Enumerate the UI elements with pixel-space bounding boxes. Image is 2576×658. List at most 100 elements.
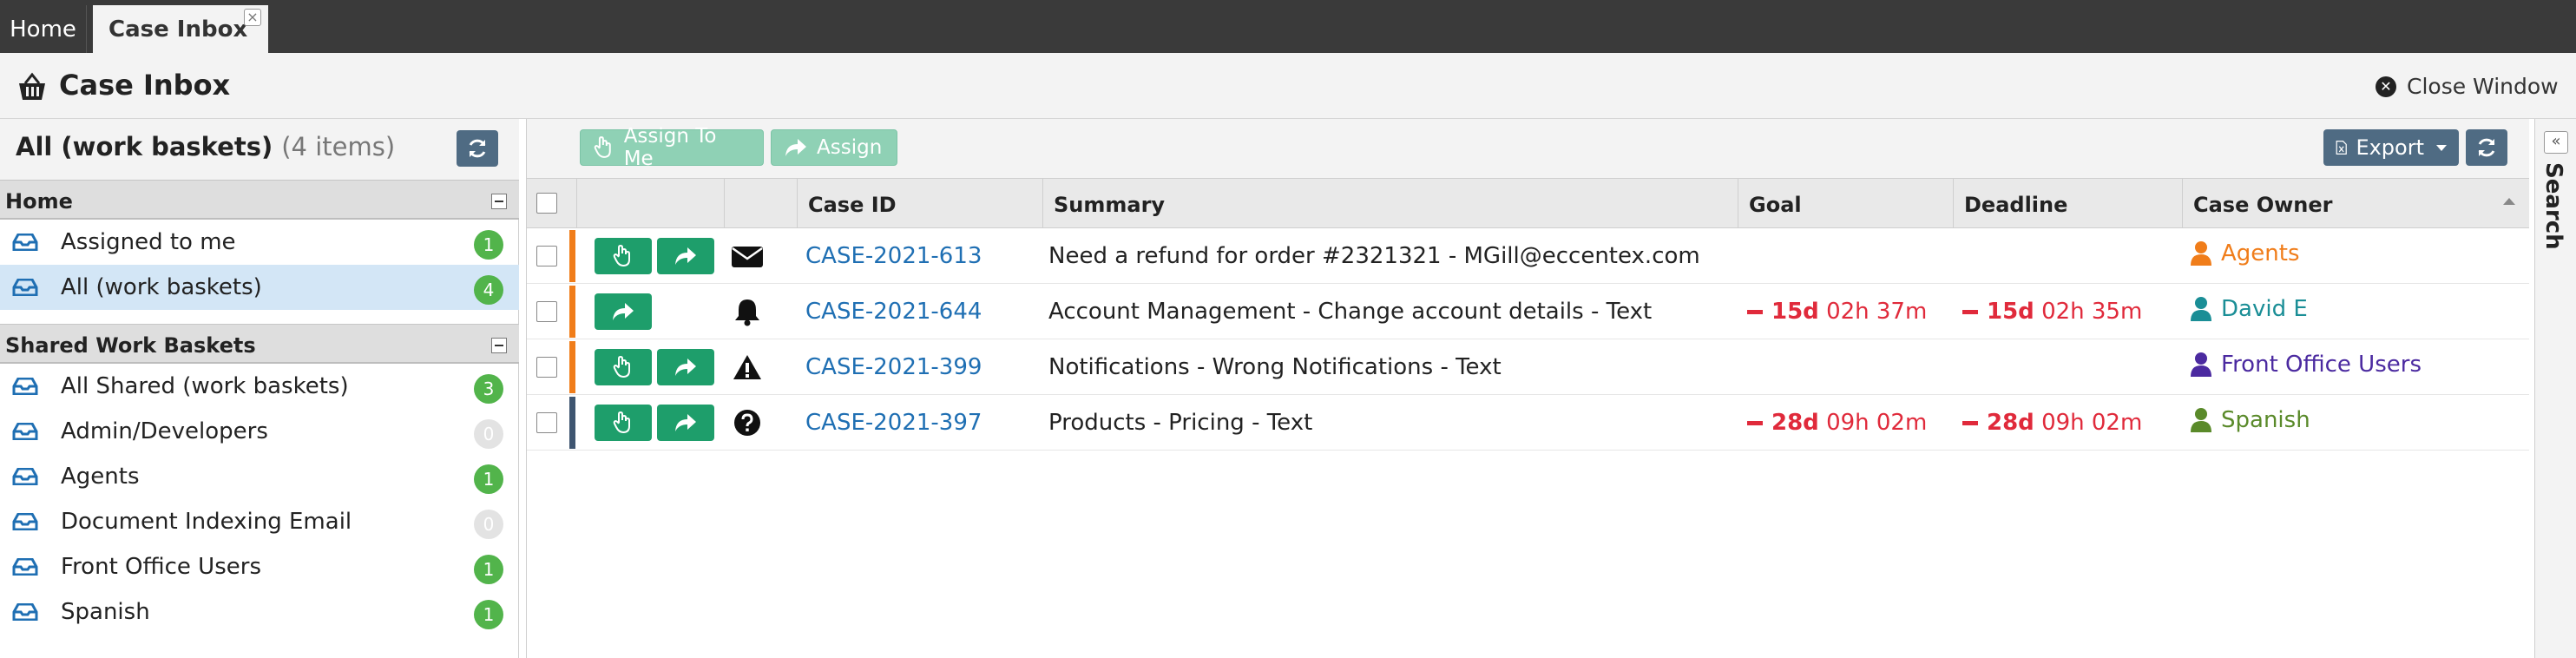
case-owner: Front Office Users bbox=[2190, 352, 2422, 378]
column-header-case-owner[interactable]: Case Owner bbox=[2183, 179, 2529, 229]
sidebar-item-assigned-to-me[interactable]: Assigned to me 1 bbox=[0, 220, 519, 265]
assign-to-me-row-button[interactable] bbox=[595, 238, 652, 274]
select-all-column bbox=[527, 179, 577, 229]
case-id-link[interactable]: CASE-2021-613 bbox=[805, 243, 982, 269]
count-badge: 1 bbox=[474, 600, 503, 629]
collapse-icon[interactable] bbox=[491, 338, 507, 353]
tab-close-icon[interactable]: × bbox=[244, 9, 261, 26]
assign-to-me-button[interactable]: Assign To Me bbox=[580, 125, 764, 170]
goal-timer: 15d 02h 37m bbox=[1747, 299, 1927, 325]
close-window-button[interactable]: ✕ Close Window bbox=[2376, 74, 2559, 99]
select-all-checkbox[interactable] bbox=[536, 193, 557, 214]
deadline-timer: 15d 02h 35m bbox=[1962, 299, 2142, 325]
deadline-days: 15d bbox=[1987, 299, 2034, 325]
case-id-link[interactable]: CASE-2021-644 bbox=[805, 299, 982, 325]
sidebar-item-all-work-baskets[interactable]: All (work baskets) 4 bbox=[0, 265, 519, 310]
assign-row-button[interactable] bbox=[595, 293, 652, 330]
user-icon bbox=[2191, 352, 2211, 377]
overdue-minus-icon bbox=[1747, 421, 1763, 425]
search-panel-collapsed[interactable]: « Search bbox=[2534, 119, 2576, 658]
row-checkbox[interactable] bbox=[536, 301, 557, 322]
goal-days: 15d bbox=[1771, 299, 1819, 325]
forward-icon bbox=[675, 414, 696, 431]
refresh-icon bbox=[469, 139, 486, 158]
inbox-icon bbox=[12, 279, 38, 296]
inbox-icon bbox=[12, 558, 38, 576]
overdue-minus-icon bbox=[1962, 310, 1978, 314]
row-checkbox[interactable] bbox=[536, 412, 557, 433]
sidebar-item-label: Assigned to me bbox=[61, 229, 236, 255]
assign-to-me-row-button[interactable] bbox=[595, 405, 652, 441]
sidebar-title: All (work baskets) (4 items) bbox=[16, 132, 395, 161]
case-owner-name: Agents bbox=[2221, 240, 2300, 266]
forward-icon bbox=[675, 359, 696, 376]
case-id-link[interactable]: CASE-2021-399 bbox=[805, 354, 982, 380]
table-row[interactable]: CASE-2021-613 Need a refund for order #2… bbox=[527, 228, 2529, 284]
assign-row-button[interactable] bbox=[657, 238, 714, 274]
column-header-summary[interactable]: Summary bbox=[1043, 179, 1738, 229]
group-header-home[interactable]: Home bbox=[0, 180, 519, 220]
assign-to-me-row-button[interactable] bbox=[595, 349, 652, 385]
case-owner-name: Spanish bbox=[2221, 407, 2310, 433]
goal-timer: 28d 09h 02m bbox=[1747, 410, 1927, 436]
forward-icon bbox=[613, 303, 634, 320]
column-header-goal[interactable]: Goal bbox=[1738, 179, 1954, 229]
sidebar-item-document-indexing-email[interactable]: Document Indexing Email 0 bbox=[0, 499, 519, 544]
goal-days: 28d bbox=[1771, 410, 1819, 436]
excel-file-icon bbox=[2336, 141, 2347, 155]
sidebar-item-spanish[interactable]: Spanish 1 bbox=[0, 589, 519, 635]
overdue-minus-icon bbox=[1747, 310, 1763, 314]
assign-label: Assign bbox=[817, 136, 883, 159]
sidebar-item-label: All Shared (work baskets) bbox=[61, 373, 349, 399]
chevron-down-icon bbox=[2436, 144, 2447, 151]
table-row[interactable]: CASE-2021-399 Notifications - Wrong Noti… bbox=[527, 339, 2529, 395]
assign-row-button[interactable] bbox=[657, 405, 714, 441]
case-owner: Spanish bbox=[2190, 407, 2310, 433]
priority-stripe bbox=[569, 230, 575, 282]
inbox-icon bbox=[12, 468, 38, 485]
sidebar-item-label: Front Office Users bbox=[61, 554, 261, 580]
case-id-link[interactable]: CASE-2021-397 bbox=[805, 410, 982, 436]
case-summary: Need a refund for order #2321321 - MGill… bbox=[1048, 243, 1700, 269]
case-grid-panel: Assign To Me Assign Export Case ID Summa… bbox=[526, 119, 2529, 658]
hand-icon bbox=[613, 355, 630, 378]
table-row[interactable]: CASE-2021-644 Account Management - Chang… bbox=[527, 284, 2529, 339]
assign-row-button[interactable] bbox=[657, 349, 714, 385]
deadline-timer: 28d 09h 02m bbox=[1962, 410, 2142, 436]
case-owner: David E bbox=[2190, 296, 2308, 322]
table-row[interactable]: CASE-2021-397 Products - Pricing - Text … bbox=[527, 395, 2529, 451]
sidebar-refresh-button[interactable] bbox=[457, 130, 498, 167]
search-panel-label: Search bbox=[2540, 162, 2566, 250]
case-owner-name: David E bbox=[2221, 296, 2308, 322]
page-header: Case Inbox ✕ Close Window bbox=[0, 53, 2576, 119]
row-checkbox[interactable] bbox=[536, 246, 557, 266]
sidebar-item-agents[interactable]: Agents 1 bbox=[0, 454, 519, 499]
sidebar-item-admin-developers[interactable]: Admin/Developers 0 bbox=[0, 409, 519, 454]
inbox-icon bbox=[12, 423, 38, 440]
sidebar-item-label: Agents bbox=[61, 464, 140, 490]
sidebar-item-label: Document Indexing Email bbox=[61, 509, 352, 535]
tab-home[interactable]: Home bbox=[0, 5, 87, 53]
sidebar-item-all-shared[interactable]: All Shared (work baskets) 3 bbox=[0, 364, 519, 409]
hand-icon bbox=[594, 136, 611, 158]
group-header-shared-work-baskets[interactable]: Shared Work Baskets bbox=[0, 324, 519, 364]
assign-button[interactable]: Assign bbox=[771, 129, 897, 166]
forward-icon bbox=[675, 247, 696, 265]
count-badge: 1 bbox=[474, 555, 503, 584]
case-summary: Products - Pricing - Text bbox=[1048, 410, 1313, 436]
export-button[interactable]: Export bbox=[2323, 129, 2459, 166]
column-header-case-owner-label: Case Owner bbox=[2193, 193, 2333, 217]
column-header-case-id[interactable]: Case ID bbox=[798, 179, 1043, 229]
envelope-icon bbox=[730, 240, 765, 272]
collapse-icon[interactable] bbox=[491, 194, 507, 209]
expand-search-icon[interactable]: « bbox=[2544, 131, 2568, 154]
grid-refresh-button[interactable] bbox=[2466, 129, 2507, 166]
tab-case-inbox[interactable]: Case Inbox × bbox=[93, 5, 268, 53]
forward-icon bbox=[785, 139, 806, 156]
sidebar-item-front-office-users[interactable]: Front Office Users 1 bbox=[0, 544, 519, 589]
case-summary: Account Management - Change account deta… bbox=[1048, 299, 1653, 325]
column-header-deadline[interactable]: Deadline bbox=[1954, 179, 2183, 229]
close-window-label: Close Window bbox=[2407, 74, 2559, 99]
grid-toolbar: Assign To Me Assign Export bbox=[527, 119, 2529, 178]
row-checkbox[interactable] bbox=[536, 357, 557, 378]
